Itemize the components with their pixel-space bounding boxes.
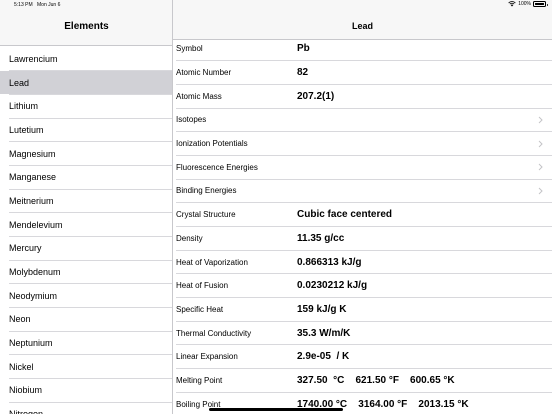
property-label: Thermal Conductivity: [176, 328, 252, 338]
property-value: 35.3 W/m/K: [297, 327, 351, 339]
sidebar-item-label: Neptunium: [9, 338, 53, 349]
property-label: Heat of Fusion: [176, 281, 229, 291]
sidebar-item-label: Lithium: [9, 101, 39, 112]
sidebar-item-label: Lead: [9, 77, 30, 88]
sidebar-item-label: Mercury: [9, 243, 42, 254]
sidebar-item-neon[interactable]: Neon: [0, 308, 172, 332]
sidebar-item-magnesium[interactable]: Magnesium: [0, 142, 172, 166]
sidebar-item-label: Nitrogen: [9, 409, 43, 414]
sidebar-item-label: Lawrencium: [9, 53, 58, 64]
sidebar-item-label: Niobium: [9, 385, 43, 396]
property-row-atomic-mass: Atomic Mass 207.2(1): [173, 84, 552, 108]
battery-icon: [533, 1, 548, 7]
property-row-heat-of-fusion: Heat of Fusion 0.0230212 kJ/g: [173, 274, 552, 298]
detail-title: Lead: [351, 21, 373, 31]
sidebar-title: Elements: [64, 21, 109, 32]
property-value: 327.50 °C 621.50 °F 600.65 °K: [297, 374, 455, 386]
property-label: Heat of Vaporization: [176, 257, 248, 267]
property-value: 11.35 g/cc: [297, 232, 345, 244]
sidebar-item-label: Manganese: [9, 172, 57, 183]
home-indicator[interactable]: [209, 408, 343, 411]
sidebar-item-neptunium[interactable]: Neptunium: [0, 331, 172, 355]
property-value: Cubic face centered: [297, 209, 393, 221]
element-list: Lawrencium Lead Lithium Lutetium Magnesium Ma…: [0, 47, 172, 414]
property-label: Crystal Structure: [176, 210, 236, 220]
sidebar-item-label: Neon: [9, 314, 31, 325]
sidebar-item-label: Neodymium: [9, 290, 58, 301]
sidebar-item-manganese[interactable]: Manganese: [0, 165, 172, 189]
sidebar-item-niobium[interactable]: Niobium: [0, 379, 172, 403]
property-row-specific-heat: Specific Heat 159 kJ/g K: [173, 298, 552, 322]
status-indicators: 100%: [508, 1, 548, 7]
property-row-symbol: Symbol Pb: [173, 37, 552, 61]
property-label: Isotopes: [176, 115, 207, 125]
property-row-density: Density 11.35 g/cc: [173, 227, 552, 251]
chevron-right-icon: [538, 140, 543, 147]
sidebar-item-lawrencium[interactable]: Lawrencium: [0, 47, 172, 71]
sidebar-item-label: Nickel: [9, 361, 34, 372]
sidebar-item-nitrogen[interactable]: Nitrogen: [0, 402, 172, 414]
property-value: 207.2(1): [297, 90, 335, 102]
property-label: Linear Expansion: [176, 352, 238, 362]
sidebar-item-label: Mendelevium: [9, 219, 63, 230]
property-row-binding-energies[interactable]: Binding Energies: [173, 179, 552, 203]
chevron-right-icon: [538, 116, 543, 124]
property-value: 0.0230212 kJ/g: [297, 280, 368, 292]
sidebar-item-label: Molybdenum: [9, 267, 61, 278]
property-label: Density: [176, 233, 203, 243]
sidebar-item-label: Magnesium: [9, 148, 56, 159]
sidebar-item-lithium[interactable]: Lithium: [0, 94, 172, 118]
status-time: 5:13 PM: [14, 2, 33, 8]
chevron-right-icon: [538, 163, 543, 171]
sidebar-item-lead[interactable]: Lead: [0, 70, 172, 95]
property-row-ionization-potentials[interactable]: Ionization Potentials: [173, 132, 552, 156]
property-label: Binding Energies: [176, 186, 237, 196]
property-row-heat-of-vaporization: Heat of Vaporization 0.866313 kJ/g: [173, 250, 552, 274]
property-label: Symbol: [176, 44, 203, 54]
property-row-crystal-structure: Crystal Structure Cubic face centered: [173, 203, 552, 227]
property-row-fluorescence-energies[interactable]: Fluorescence Energies: [173, 155, 552, 179]
sidebar: Elements Lawrencium Lead Lithium Lutetium Ma…: [0, 0, 173, 414]
property-value: 0.866313 kJ/g: [297, 256, 362, 268]
property-value: 2.9e-05 / K: [297, 351, 350, 363]
property-value: 159 kJ/g K: [297, 303, 347, 315]
property-row-thermal-conductivity: Thermal Conductivity 35.3 W/m/K: [173, 321, 552, 345]
property-label: Atomic Mass: [176, 91, 222, 101]
sidebar-item-meitnerium[interactable]: Meitnerium: [0, 189, 172, 213]
property-value: 82: [297, 67, 309, 79]
property-row-melting-point: Melting Point 327.50 °C 621.50 °F 600.65 …: [173, 369, 552, 393]
property-label: Atomic Number: [176, 68, 232, 78]
wifi-icon: [508, 1, 516, 7]
sidebar-item-neodymium[interactable]: Neodymium: [0, 284, 172, 308]
property-row-atomic-number: Atomic Number 82: [173, 61, 552, 85]
sidebar-item-label: Meitnerium: [9, 195, 54, 206]
sidebar-item-mendelevium[interactable]: Mendelevium: [0, 213, 172, 237]
property-label: Melting Point: [176, 375, 223, 385]
property-row-linear-expansion: Linear Expansion 2.9e-05 / K: [173, 345, 552, 369]
status-date: Mon Jun 6: [37, 2, 61, 8]
status-bar: 5:13 PM Mon Jun 6 100%: [0, 0, 552, 9]
sidebar-item-nickel[interactable]: Nickel: [0, 355, 172, 379]
property-list: Symbol Pb Atomic Number 82 Atomic Mass 207.2(…: [173, 37, 552, 414]
chevron-right-icon: [538, 187, 543, 195]
sidebar-item-lutetium[interactable]: Lutetium: [0, 118, 172, 142]
sidebar-item-mercury[interactable]: Mercury: [0, 237, 172, 261]
property-value: Pb: [297, 43, 310, 55]
sidebar-item-label: Lutetium: [9, 124, 44, 135]
sidebar-item-molybdenum[interactable]: Molybdenum: [0, 260, 172, 284]
property-row-isotopes[interactable]: Isotopes: [173, 108, 552, 132]
property-label: Specific Heat: [176, 304, 224, 314]
property-label: Ionization Potentials: [176, 139, 248, 149]
property-label: Fluorescence Energies: [176, 162, 258, 172]
battery-percent: 100%: [518, 1, 531, 7]
detail-pane: Lead Symbol Pb Atomic Number 82 Atomic Mass 2…: [173, 0, 552, 414]
